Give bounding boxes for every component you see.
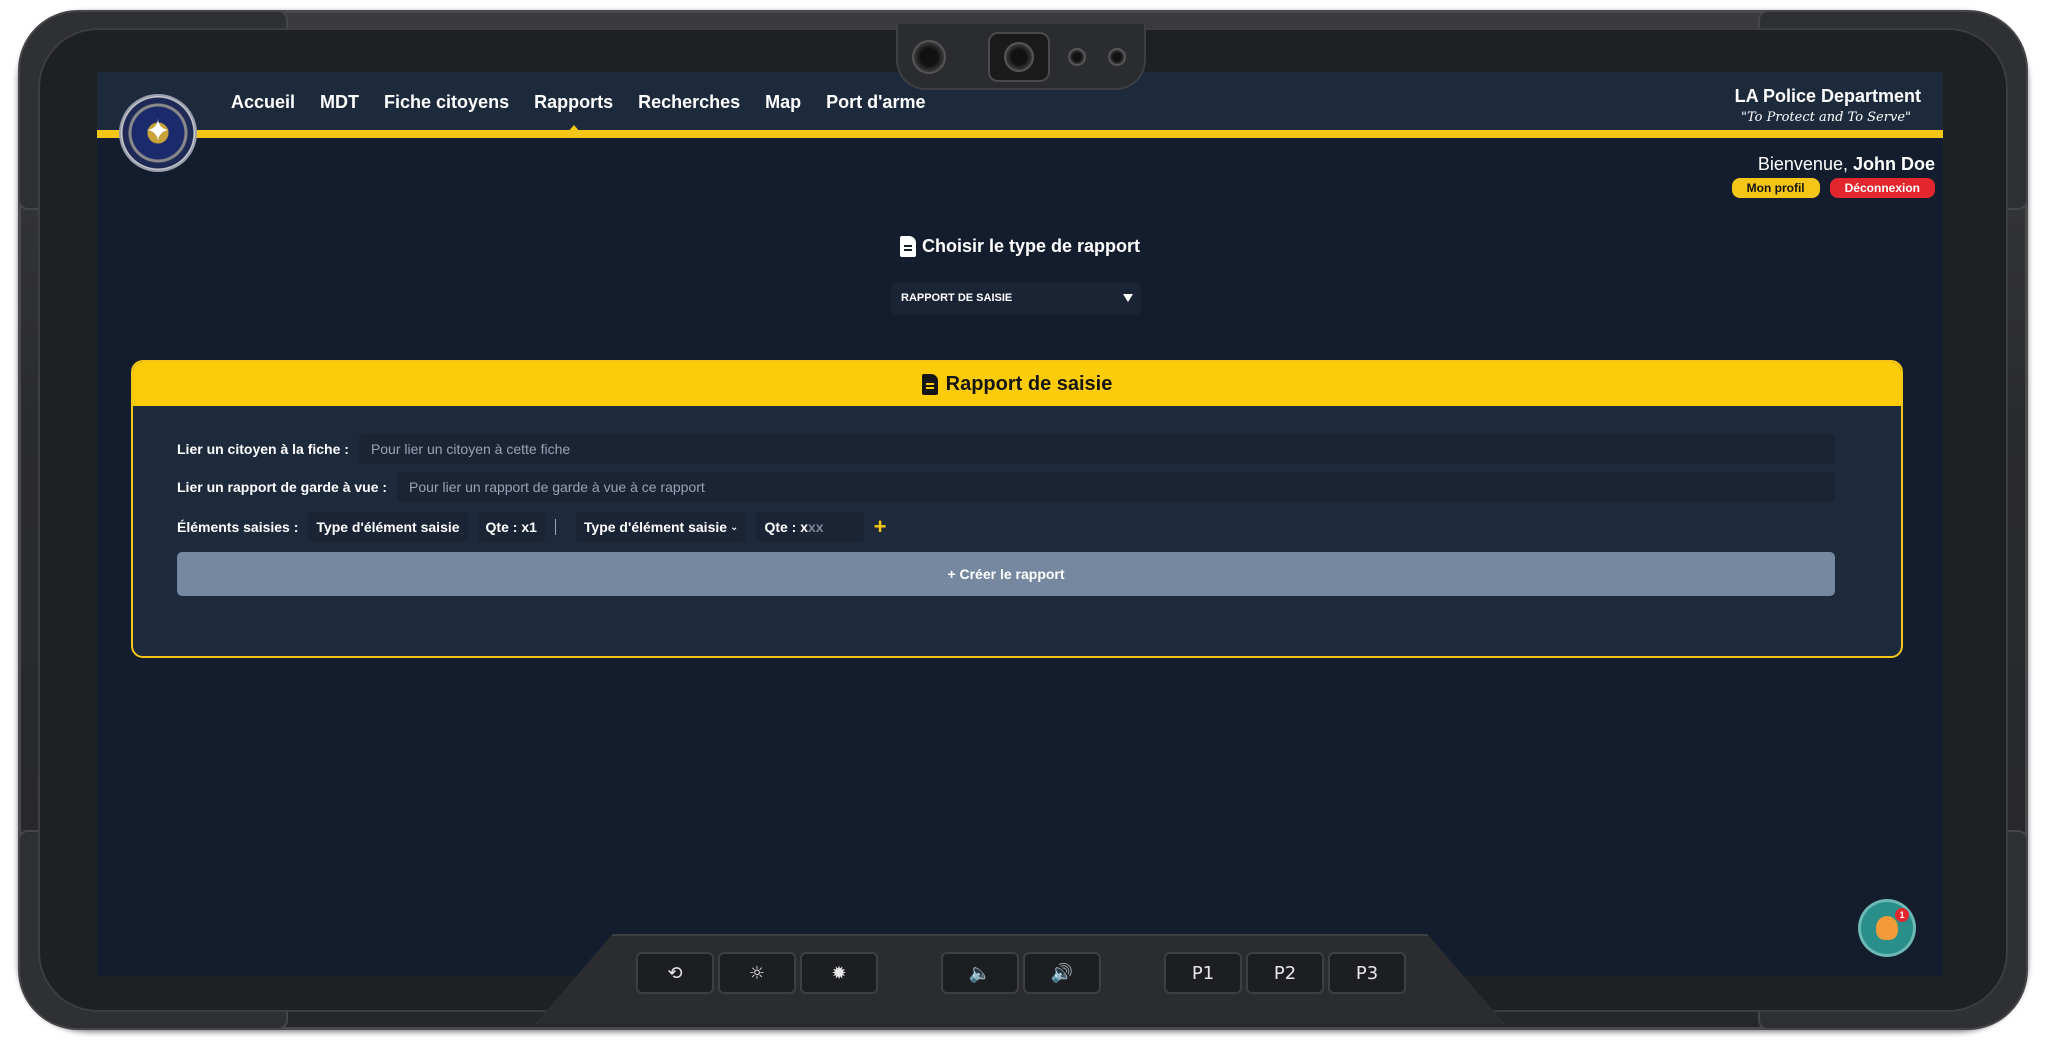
- caret-down-icon: [1123, 294, 1133, 302]
- greeting-text: Bienvenue,: [1757, 154, 1848, 174]
- item-qty-1[interactable]: Qte : x1: [477, 512, 545, 542]
- custody-label: Lier un rapport de garde à vue :: [177, 479, 388, 495]
- user-buttons: Mon profil Déconnexion: [1731, 178, 1935, 198]
- chevron-down-icon: ⌄: [730, 521, 739, 533]
- sensor-icon: [1068, 48, 1086, 66]
- citizen-input[interactable]: [358, 434, 1835, 464]
- screen: Accueil MDT Fiche citoyens Rapports Rech…: [97, 72, 1943, 976]
- bell-icon: [1876, 916, 1898, 940]
- items-label: Éléments saisies :: [177, 519, 299, 535]
- items-row: Éléments saisies : Type d'élément saisie…: [177, 512, 1835, 542]
- hardware-group-presets: P1 P2 P3: [1164, 952, 1406, 994]
- nav-accueil[interactable]: Accueil: [231, 92, 295, 113]
- nav-links: Accueil MDT Fiche citoyens Rapports Rech…: [231, 72, 925, 132]
- logout-button[interactable]: Déconnexion: [1829, 178, 1935, 198]
- item-qty-2-prefix: Qte : x: [764, 519, 809, 535]
- brightness-up-icon[interactable]: ✹: [800, 952, 878, 994]
- nav-rapports[interactable]: Rapports: [534, 92, 613, 113]
- camera-bar: [896, 24, 1146, 90]
- nav-fiche-citoyens[interactable]: Fiche citoyens: [384, 92, 509, 113]
- nav-port-darme[interactable]: Port d'arme: [826, 92, 925, 113]
- citizen-row: Lier un citoyen à la fiche :: [177, 434, 1835, 464]
- user-name: John Doe: [1852, 154, 1935, 174]
- report-type-title-text: Choisir le type de rapport: [921, 236, 1141, 256]
- nav-map[interactable]: Map: [765, 92, 801, 113]
- add-item-button[interactable]: +: [874, 514, 887, 540]
- preset-p3-button[interactable]: P3: [1328, 952, 1406, 994]
- item-qty-2[interactable]: Qte : x xx: [756, 512, 864, 542]
- item-type-2-select[interactable]: Type d'élément saisie ⌄: [575, 512, 747, 542]
- brightness-down-icon[interactable]: ☼: [718, 952, 796, 994]
- volume-up-icon[interactable]: 🔊: [1023, 952, 1101, 994]
- report-type-select[interactable]: RAPPORT DE SAISIE: [891, 282, 1141, 314]
- user-box: Bienvenue, John Doe Mon profil Déconnexi…: [1731, 154, 1935, 198]
- police-badge-logo: ✦: [121, 96, 195, 170]
- report-panel: Rapport de saisie Lier un citoyen à la f…: [131, 360, 1903, 658]
- volume-down-icon[interactable]: 🔈: [941, 952, 1019, 994]
- separator: [554, 519, 556, 535]
- report-type-selected: RAPPORT DE SAISIE: [901, 292, 1013, 304]
- custody-input[interactable]: [397, 472, 1835, 502]
- report-panel-title: Rapport de saisie: [945, 372, 1113, 395]
- report-type-title: Choisir le type de rapport: [899, 236, 1141, 257]
- notification-badge: 1: [1895, 908, 1909, 922]
- item-type-1[interactable]: Type d'élément saisie: [308, 512, 468, 542]
- create-report-button[interactable]: + Créer le rapport: [177, 552, 1835, 596]
- report-panel-header: Rapport de saisie: [133, 362, 1901, 406]
- rotate-icon[interactable]: ⟲: [636, 952, 714, 994]
- camera-lens-icon: [912, 40, 946, 74]
- greeting: Bienvenue, John Doe: [1732, 154, 1935, 175]
- document-icon: [921, 373, 938, 395]
- preset-p2-button[interactable]: P2: [1246, 952, 1324, 994]
- document-icon: [899, 236, 916, 257]
- item-type-2-label: Type d'élément saisie: [583, 519, 728, 535]
- preset-p1-button[interactable]: P1: [1164, 952, 1242, 994]
- main-camera-icon: [988, 32, 1050, 82]
- item-qty-2-placeholder: xx: [808, 519, 824, 535]
- department-motto: "To Protect and To Serve": [1741, 110, 1911, 125]
- citizen-label: Lier un citoyen à la fiche :: [177, 441, 349, 457]
- nav-mdt[interactable]: MDT: [320, 92, 359, 113]
- nav-recherches[interactable]: Recherches: [638, 92, 740, 113]
- nav-stripe: [97, 130, 1943, 138]
- custody-row: Lier un rapport de garde à vue :: [177, 472, 1835, 502]
- profile-button[interactable]: Mon profil: [1731, 178, 1820, 198]
- department-name: LA Police Department: [1734, 86, 1921, 106]
- hardware-group-volume: 🔈 🔊: [941, 952, 1101, 994]
- sensor-icon: [1108, 48, 1126, 66]
- report-type-chooser: Choisir le type de rapport: [97, 236, 1943, 262]
- notification-button[interactable]: 1: [1861, 902, 1913, 954]
- hardware-group-display: ⟲ ☼ ✹: [636, 952, 878, 994]
- department-info: LA Police Department "To Protect and To …: [1735, 86, 1921, 125]
